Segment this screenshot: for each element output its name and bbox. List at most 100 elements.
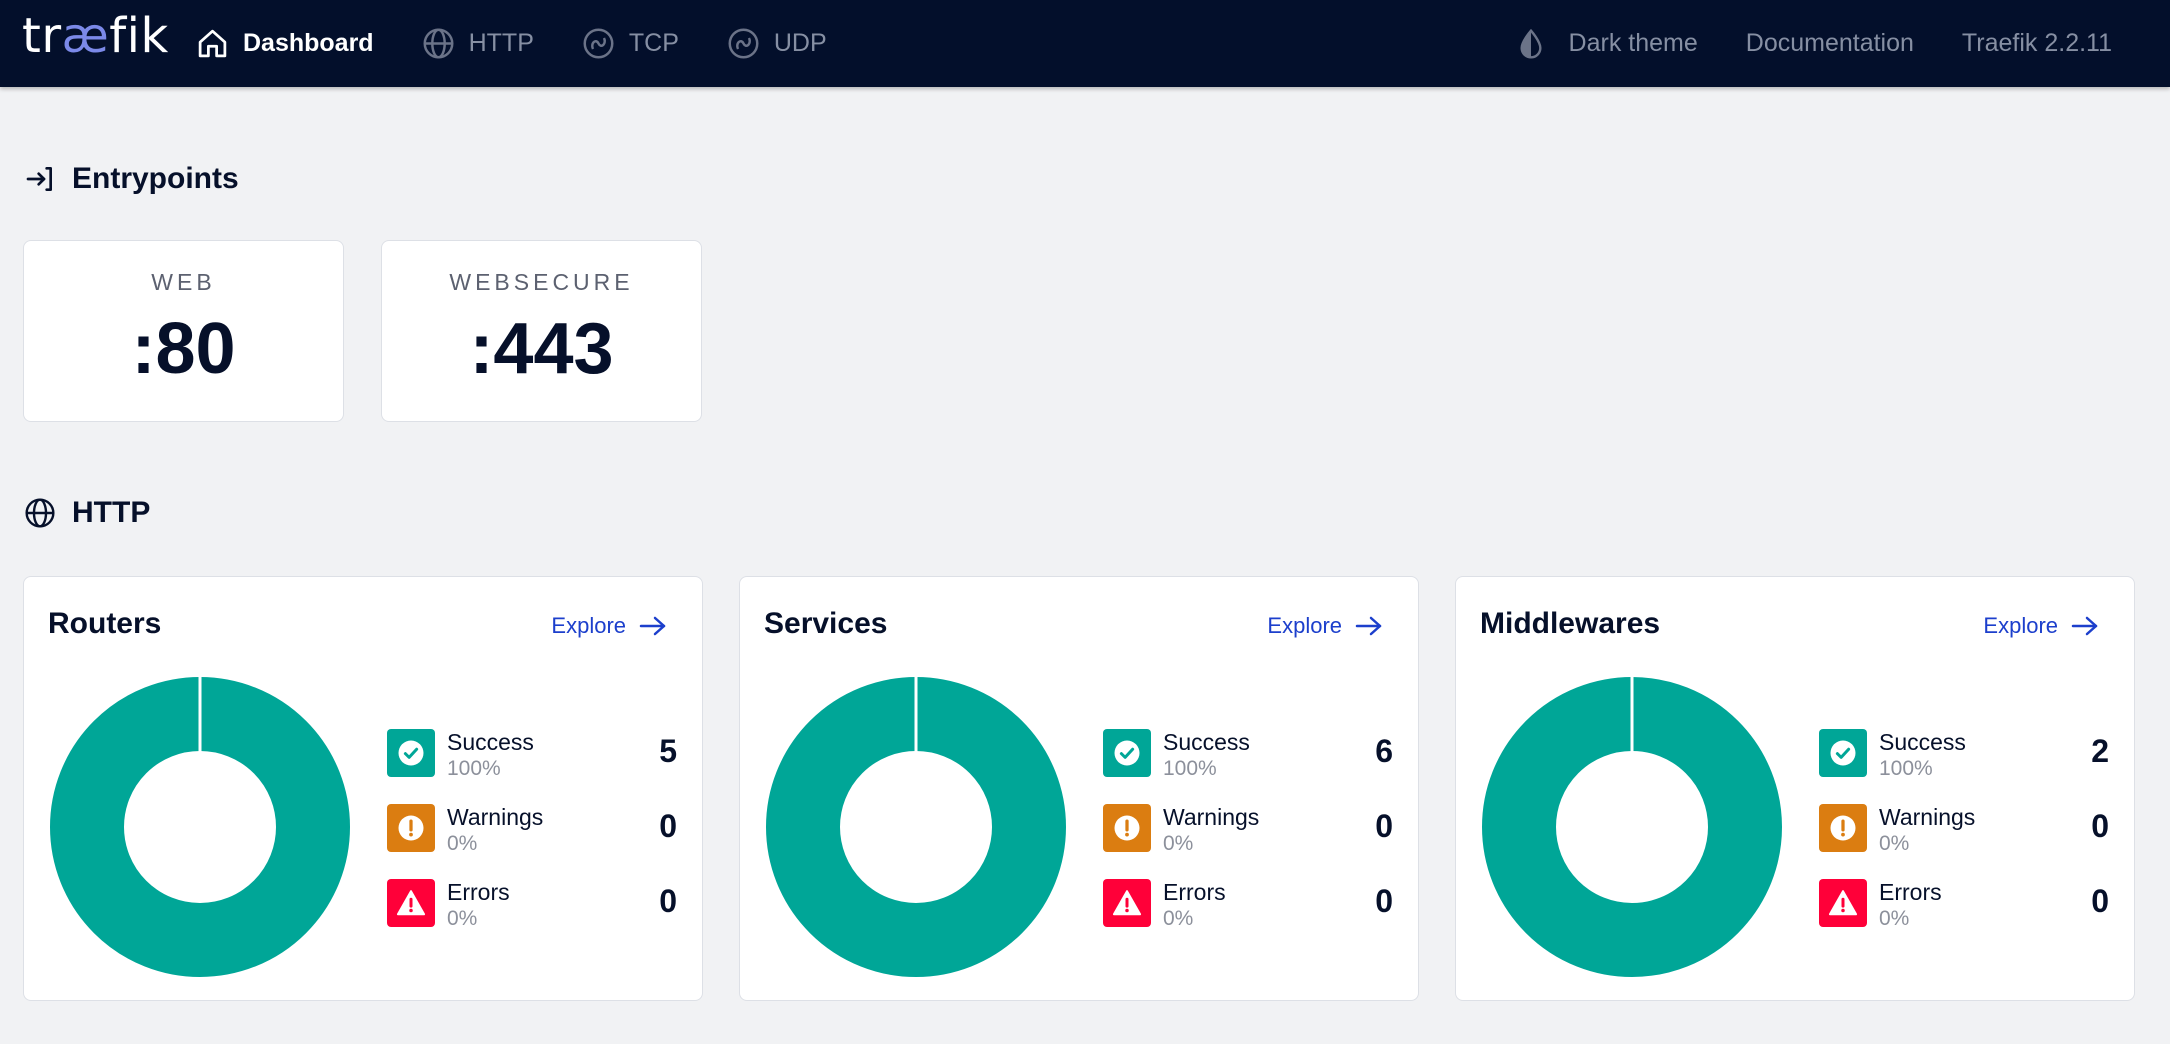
entrypoints-title: Entrypoints <box>72 162 239 195</box>
errors-label: Errors <box>1879 879 1942 905</box>
http-section-title: HTTP <box>24 496 150 530</box>
nav-dashboard[interactable]: Dashboard <box>196 0 374 87</box>
explore-label: Explore <box>1983 613 2058 638</box>
status-donut-chart <box>766 677 1066 977</box>
dark-theme-toggle[interactable]: Dark theme <box>1515 0 1698 87</box>
explore-services-link[interactable]: Explore <box>1267 613 1384 639</box>
documentation-label: Documentation <box>1745 29 1914 57</box>
success-count: 6 <box>1375 733 1393 769</box>
entrypoint-name: WEBSECURE <box>449 269 634 295</box>
warning-triangle-icon <box>1112 890 1142 916</box>
nav-udp-label: UDP <box>773 29 827 57</box>
dark-theme-label: Dark theme <box>1568 29 1698 57</box>
top-navbar: træfik Dashboard HTTP TCP UDP Dark theme… <box>0 0 2170 87</box>
documentation-link[interactable]: Documentation <box>1746 0 1914 87</box>
warnings-percent: 0% <box>1879 832 1910 855</box>
success-count: 2 <box>2091 733 2109 769</box>
entrypoint-card-websecure: WEBSECURE :443 <box>381 240 702 422</box>
warnings-label: Warnings <box>1163 804 1260 830</box>
version-label: Traefik 2.2.11 <box>1961 29 2112 57</box>
success-legend: Success 100% 6 <box>1103 725 1393 781</box>
explore-routers-link[interactable]: Explore <box>551 613 668 639</box>
exclamation-circle-icon <box>1830 815 1856 841</box>
success-percent: 100% <box>1163 757 1217 780</box>
arrow-right-icon <box>1355 616 1382 636</box>
warning-triangle-icon <box>1828 890 1858 916</box>
status-donut-chart <box>1482 677 1782 977</box>
warnings-label: Warnings <box>1879 804 1976 830</box>
errors-label: Errors <box>1163 879 1226 905</box>
check-circle-icon <box>1114 740 1140 766</box>
success-legend: Success 100% 5 <box>387 725 677 781</box>
header-right-nav: Dark theme Documentation Traefik 2.2.11 <box>1467 0 2112 87</box>
success-legend: Success 100% 2 <box>1819 725 2109 781</box>
warnings-count: 0 <box>1375 808 1393 844</box>
errors-count: 0 <box>1375 883 1393 919</box>
arrow-right-icon <box>639 616 666 636</box>
arrow-right-icon <box>2071 616 2098 636</box>
explore-middlewares-link[interactable]: Explore <box>1983 613 2100 639</box>
version-link[interactable]: Traefik 2.2.11 <box>1962 0 2112 87</box>
errors-legend: Errors 0% 0 <box>387 875 677 931</box>
success-label: Success <box>447 729 534 755</box>
error-badge <box>1103 879 1151 927</box>
errors-count: 0 <box>2091 883 2109 919</box>
home-icon <box>198 29 227 58</box>
errors-percent: 0% <box>447 907 478 930</box>
success-badge <box>1819 729 1867 777</box>
nav-dashboard-label: Dashboard <box>243 29 374 57</box>
http-title: HTTP <box>72 496 151 529</box>
explore-label: Explore <box>1267 613 1342 638</box>
droplet-half-icon <box>1520 28 1542 59</box>
nav-http-label: HTTP <box>468 29 534 57</box>
errors-count: 0 <box>659 883 677 919</box>
globe-icon <box>25 498 55 528</box>
success-badge <box>387 729 435 777</box>
login-arrow-icon <box>26 167 52 191</box>
routers-card: Routers Explore Success 100% 5 Warnings … <box>23 576 703 1001</box>
warning-triangle-icon <box>396 890 426 916</box>
error-badge <box>1819 879 1867 927</box>
globe-icon <box>423 28 454 59</box>
entrypoint-card-web: WEB :80 <box>23 240 344 422</box>
entrypoint-port: :443 <box>469 309 614 389</box>
check-circle-icon <box>1830 740 1856 766</box>
success-label: Success <box>1879 729 1966 755</box>
warnings-legend: Warnings 0% 0 <box>1103 800 1393 856</box>
nav-udp[interactable]: UDP <box>727 0 827 87</box>
exclamation-circle-icon <box>1114 815 1140 841</box>
card-title: Middlewares <box>1480 607 1661 640</box>
nav-http[interactable]: HTTP <box>422 0 534 87</box>
card-title: Routers <box>48 607 162 640</box>
error-badge <box>387 879 435 927</box>
success-label: Success <box>1163 729 1250 755</box>
warnings-count: 0 <box>659 808 677 844</box>
tcp-icon <box>583 28 614 59</box>
nav-tcp[interactable]: TCP <box>582 0 679 87</box>
warnings-percent: 0% <box>1163 832 1194 855</box>
warnings-count: 0 <box>2091 808 2109 844</box>
warnings-legend: Warnings 0% 0 <box>387 800 677 856</box>
traefik-logo[interactable]: træfik <box>22 8 169 64</box>
errors-percent: 0% <box>1879 907 1910 930</box>
success-count: 5 <box>659 733 677 769</box>
errors-percent: 0% <box>1163 907 1194 930</box>
explore-label: Explore <box>551 613 626 638</box>
errors-legend: Errors 0% 0 <box>1103 875 1393 931</box>
warnings-legend: Warnings 0% 0 <box>1819 800 2109 856</box>
nav-tcp-label: TCP <box>628 29 679 57</box>
success-badge <box>1103 729 1151 777</box>
udp-icon <box>728 28 759 59</box>
check-circle-icon <box>398 740 424 766</box>
success-percent: 100% <box>447 757 501 780</box>
entrypoint-name: WEB <box>151 269 216 295</box>
exclamation-circle-icon <box>398 815 424 841</box>
success-percent: 100% <box>1879 757 1933 780</box>
warnings-percent: 0% <box>447 832 478 855</box>
warning-badge <box>1103 804 1151 852</box>
warning-badge <box>1819 804 1867 852</box>
entrypoint-port: :80 <box>131 309 236 389</box>
card-title: Services <box>764 607 888 640</box>
middlewares-card: Middlewares Explore Success 100% 2 Warni… <box>1455 576 2135 1001</box>
errors-label: Errors <box>447 879 510 905</box>
